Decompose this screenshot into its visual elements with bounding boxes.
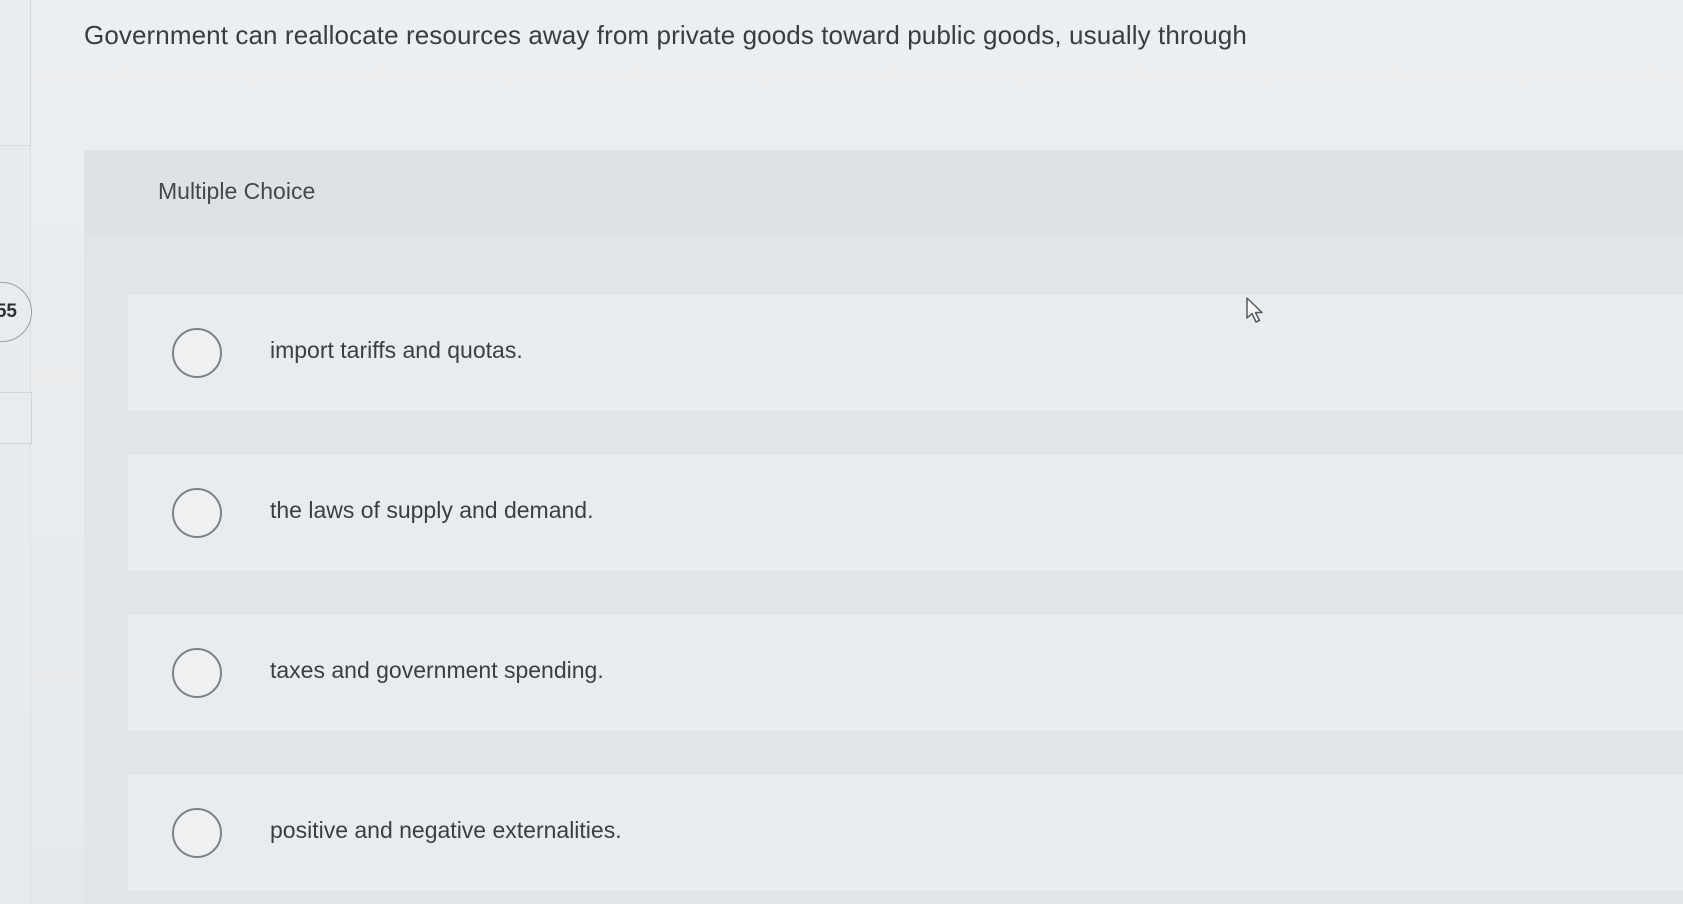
radio-button-icon[interactable] — [172, 648, 222, 698]
multiple-choice-title: Multiple Choice — [158, 178, 316, 204]
choice-label: the laws of supply and demand. — [270, 497, 594, 523]
radio-button-icon[interactable] — [172, 808, 222, 858]
choice-label: positive and negative externalities. — [270, 817, 622, 843]
choice-label: taxes and government spending. — [270, 657, 604, 683]
multiple-choice-header: Multiple Choice — [84, 150, 1683, 236]
question-prompt: Government can reallocate resources away… — [84, 20, 1247, 50]
radio-button-icon[interactable] — [172, 488, 222, 538]
choice-option-1[interactable]: import tariffs and quotas. — [128, 295, 1683, 411]
mouse-pointer-icon — [1246, 297, 1263, 323]
left-sidebar-box[interactable] — [0, 392, 32, 444]
choice-label: import tariffs and quotas. — [270, 337, 523, 363]
choice-option-3[interactable]: taxes and government spending. — [128, 615, 1683, 731]
multiple-choice-panel: Multiple Choice import tariffs and quota… — [84, 150, 1683, 904]
choice-option-2[interactable]: the laws of supply and demand. — [128, 455, 1683, 571]
choice-option-4[interactable]: positive and negative externalities. — [128, 775, 1683, 891]
left-sidebar-tab[interactable] — [0, 0, 31, 146]
radio-button-icon[interactable] — [172, 328, 222, 378]
